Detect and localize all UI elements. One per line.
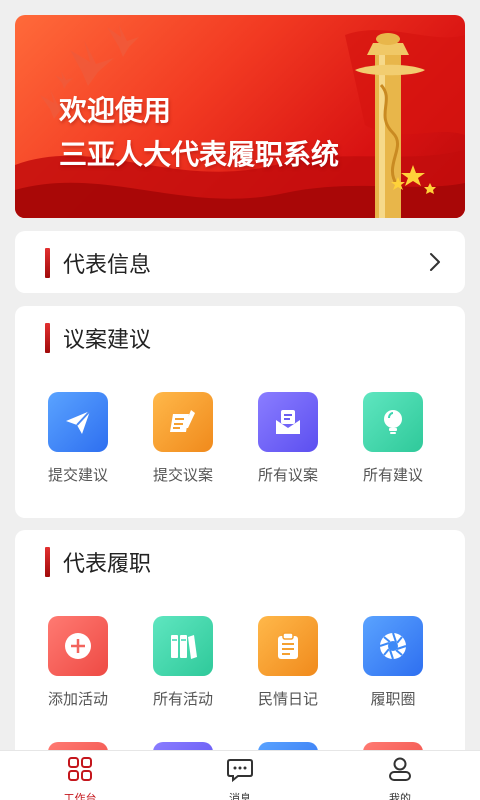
all-activities-button[interactable]: 所有活动	[143, 616, 223, 709]
duty-section-heading: 代表履职	[45, 546, 151, 578]
all-proposals-button[interactable]: 所有议案	[248, 392, 328, 485]
duty-circle-button[interactable]: 履职圈	[353, 616, 433, 709]
message-icon	[227, 759, 253, 783]
chevron-right-icon[interactable]	[429, 252, 441, 272]
lightbulb-icon	[363, 392, 423, 452]
bottom-tab-bar: 工作台 消息 我的	[0, 750, 480, 800]
tab-profile-label: 我的	[389, 792, 411, 800]
paper-plane-icon	[48, 392, 108, 452]
grid-four-icon	[68, 757, 92, 781]
submit-proposal-button[interactable]: 提交议案	[143, 392, 223, 485]
duty-circle-label: 履职圈	[370, 690, 416, 708]
proposal-section-heading: 议案建议	[45, 322, 151, 354]
duty-section-title: 代表履职	[63, 552, 152, 577]
mail-document-icon	[258, 392, 318, 452]
books-icon	[153, 616, 213, 676]
banner-system-title: 三亚人大代表履职系统	[59, 138, 340, 171]
welcome-banner: 欢迎使用 三亚人大代表履职系统	[15, 15, 465, 218]
representative-info-card[interactable]: 代表信息	[15, 231, 465, 293]
aperture-icon	[363, 616, 423, 676]
proposal-section: 议案建议 提交建议 提交议案 所有议案 所有建议	[15, 306, 465, 518]
submit-suggestion-label: 提交建议	[47, 466, 108, 484]
banner-welcome-text: 欢迎使用	[59, 94, 172, 127]
section-bar	[45, 248, 50, 278]
all-suggestions-label: 所有建议	[362, 466, 423, 484]
plus-circle-icon	[48, 616, 108, 676]
edit-document-icon	[153, 392, 213, 452]
tab-workbench-label: 工作台	[63, 792, 97, 800]
all-suggestions-button[interactable]: 所有建议	[353, 392, 433, 485]
add-activity-label: 添加活动	[47, 690, 108, 708]
submit-proposal-label: 提交议案	[152, 466, 213, 484]
representative-info-heading: 代表信息	[45, 247, 151, 279]
public-diary-label: 民情日记	[257, 690, 318, 708]
section-bar	[45, 323, 50, 353]
tab-profile[interactable]: 我的	[360, 755, 440, 800]
all-proposals-label: 所有议案	[257, 466, 318, 484]
proposal-section-title: 议案建议	[63, 328, 152, 353]
tab-messages[interactable]: 消息	[200, 755, 280, 800]
add-activity-button[interactable]: 添加活动	[38, 616, 118, 709]
representative-info-title: 代表信息	[63, 253, 152, 278]
user-icon	[389, 757, 411, 781]
tab-messages-label: 消息	[229, 792, 251, 800]
clipboard-icon	[258, 616, 318, 676]
tab-workbench[interactable]: 工作台	[40, 755, 120, 800]
submit-suggestion-button[interactable]: 提交建议	[38, 392, 118, 485]
all-activities-label: 所有活动	[152, 690, 213, 708]
public-diary-button[interactable]: 民情日记	[248, 616, 328, 709]
section-bar	[45, 547, 50, 577]
